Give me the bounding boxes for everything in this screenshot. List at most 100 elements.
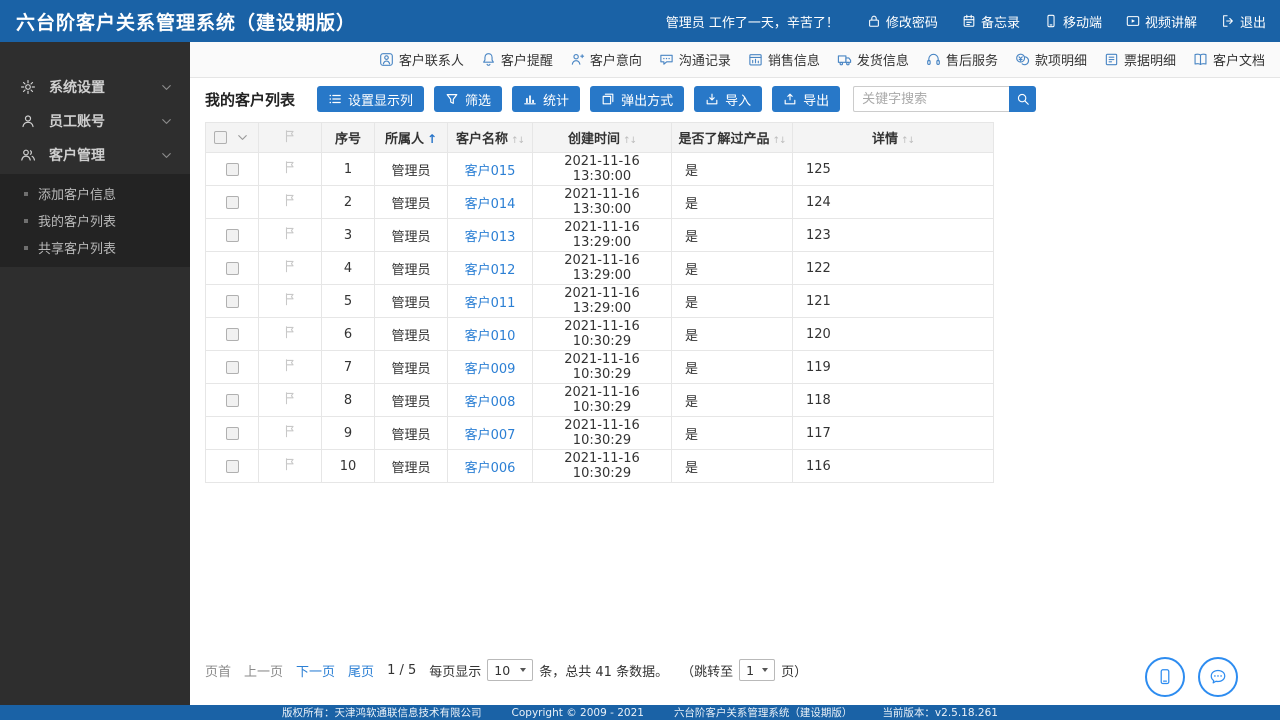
sidebar-item-my-customer-list[interactable]: 我的客户列表 [0,207,190,234]
row-seq: 8 [321,383,375,417]
row-flag-cell[interactable] [258,251,322,285]
memo-button[interactable]: 备忘录 [962,12,1020,31]
row-known: 是 [671,251,793,285]
row-checkbox[interactable] [225,261,239,275]
row-flag-cell[interactable] [258,284,322,318]
row-checkbox[interactable] [225,162,239,176]
row-name-cell: 客户006 [447,449,533,483]
change-password-button[interactable]: 修改密码 [867,12,938,31]
toolbar-item-customer-documents[interactable]: 客户文档 [1193,50,1265,69]
page-indicator: 1 / 5 [387,662,417,678]
change-password-label: 修改密码 [885,15,938,31]
column-header-name[interactable]: 客户名称 ↑↓ [447,122,533,153]
toolbar-item-customer-reminders[interactable]: 客户提醒 [481,50,553,69]
row-detail: 120 [792,317,994,351]
prev-page-link[interactable]: 上一页 [244,661,283,680]
export-button[interactable]: 导出 [772,86,841,112]
toolbar-item-sales-info[interactable]: 销售信息 [748,50,820,69]
jump-page-select[interactable]: 1 [739,659,776,681]
row-name-cell: 客户011 [447,284,533,318]
sidebar-item-add-customer[interactable]: 添加客户信息 [0,180,190,207]
customer-link[interactable]: 客户013 [465,230,516,245]
first-page-link[interactable]: 页首 [205,661,231,680]
toolbar-item-communication-log[interactable]: 沟通记录 [659,50,731,69]
sidebar-item-shared-customer-list[interactable]: 共享客户列表 [0,234,190,261]
table-row: 1 管理员 客户015 2021-11-16 13:30:00 是 125 [205,152,994,186]
caret-down-icon [762,668,769,672]
toolbar-item-customer-contacts[interactable]: 客户联系人 [379,50,464,69]
row-seq: 2 [321,185,375,219]
row-checkbox[interactable] [225,327,239,341]
row-known: 是 [671,383,793,417]
button-label: 设置显示列 [348,93,414,109]
column-header-detail[interactable]: 详情 ↑↓ [792,122,994,153]
contact-icon [379,53,393,66]
search-input[interactable] [853,86,1010,112]
row-flag-cell[interactable] [258,449,322,483]
row-checkbox[interactable] [225,294,239,308]
column-header-created[interactable]: 创建时间 ↑↓ [532,122,672,153]
table-row: 5 管理员 客户011 2021-11-16 13:29:00 是 121 [205,284,994,318]
logout-button[interactable]: 退出 [1221,12,1266,31]
customer-link[interactable]: 客户006 [465,461,516,476]
row-checkbox[interactable] [225,195,239,209]
column-header-known[interactable]: 是否了解过产品 ↑↓ [671,122,793,153]
per-page-select[interactable]: 10 [487,659,534,681]
popup-mode-button[interactable]: 弹出方式 [590,86,685,112]
toolbar-item-after-sales-service[interactable]: 售后服务 [926,50,998,69]
customer-link[interactable]: 客户011 [465,296,516,311]
flag-icon [285,458,294,471]
filter-button[interactable]: 筛选 [434,86,503,112]
row-checkbox[interactable] [225,459,239,473]
row-flag-cell[interactable] [258,317,322,351]
chevron-down-icon[interactable] [235,130,250,145]
customer-link[interactable]: 客户012 [465,263,516,278]
row-checkbox[interactable] [225,426,239,440]
row-flag-cell[interactable] [258,350,322,384]
sidebar-item-employee-accounts[interactable]: 员工账号 [0,104,190,138]
row-flag-cell[interactable] [258,416,322,450]
statistics-button[interactable]: 统计 [512,86,581,112]
next-page-link[interactable]: 下一页 [296,661,335,680]
button-label: 统计 [543,93,570,109]
row-flag-cell[interactable] [258,218,322,252]
customer-link[interactable]: 客户015 [465,164,516,179]
search-button[interactable] [1009,86,1037,112]
gear-icon [21,80,35,94]
video-button[interactable]: 视频讲解 [1126,12,1197,31]
row-flag-cell[interactable] [258,383,322,417]
customer-link[interactable]: 客户007 [465,428,516,443]
page-title: 我的客户列表 [205,90,296,109]
submenu-bullet [24,191,28,196]
sidebar-item-customer-management[interactable]: 客户管理 [0,138,190,172]
select-all-checkbox[interactable] [214,131,228,144]
column-header-owner[interactable]: 所属人 ↑ [374,122,448,153]
toolbar-item-shipping-info[interactable]: 发货信息 [837,50,909,69]
flag-column-header[interactable] [258,122,322,153]
toolbar-item-invoice-details[interactable]: 票据明细 [1104,50,1176,69]
row-checkbox[interactable] [225,360,239,374]
customer-link[interactable]: 客户010 [465,329,516,344]
mobile-app-float-button[interactable] [1145,657,1185,697]
row-checkbox[interactable] [225,228,239,242]
column-header-seq[interactable]: 序号 [321,122,375,153]
header-right: 管理员 工作了一天，辛苦了！ 修改密码 备忘录 移动端 视频讲解 退出 [666,12,1266,31]
toolbar-item-payment-details[interactable]: 款项明细 [1015,50,1087,69]
row-checkbox[interactable] [225,393,239,407]
mobile-button[interactable]: 移动端 [1044,12,1102,31]
toolbar-item-customer-intent[interactable]: 客户意向 [570,50,642,69]
submenu-bullet [24,245,28,250]
sidebar-item-system-settings[interactable]: 系统设置 [0,70,190,104]
row-flag-cell[interactable] [258,152,322,186]
row-name-cell: 客户008 [447,383,533,417]
customer-link[interactable]: 客户014 [465,197,516,212]
row-seq: 3 [321,218,375,252]
customer-link[interactable]: 客户009 [465,362,516,377]
last-page-link[interactable]: 尾页 [348,661,374,680]
feedback-chat-float-button[interactable] [1198,657,1238,697]
row-flag-cell[interactable] [258,185,322,219]
set-columns-button[interactable]: 设置显示列 [317,86,425,112]
customer-link[interactable]: 客户008 [465,395,516,410]
mobile-icon [1047,14,1055,28]
import-button[interactable]: 导入 [694,86,763,112]
